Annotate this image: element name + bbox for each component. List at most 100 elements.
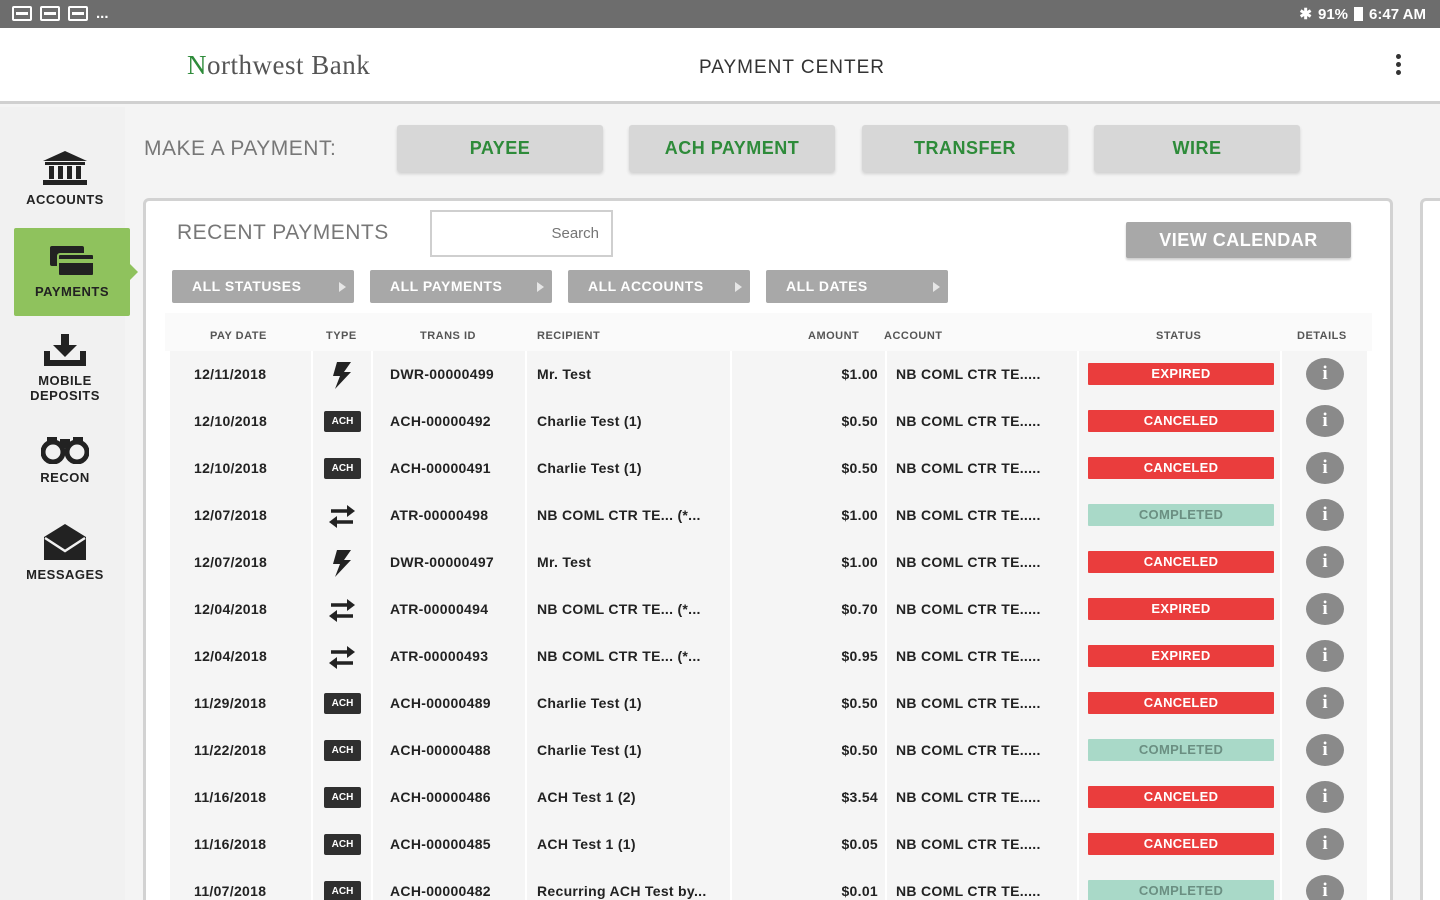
table-row[interactable]: 12/07/2018 ATR-00000498 NB COML CTR TE... … xyxy=(170,492,1367,539)
column-divider xyxy=(525,821,527,868)
amount-cell: $1.00 xyxy=(841,366,878,382)
column-divider xyxy=(371,821,373,868)
table-row[interactable]: 12/11/2018 DWR-00000499 Mr. Test $1.00 NB CO… xyxy=(170,351,1367,398)
table-row[interactable]: 11/16/2018 ACH ACH-00000485 ACH Test 1 (1) $… xyxy=(170,821,1367,868)
column-divider xyxy=(525,727,527,774)
info-icon[interactable]: i xyxy=(1306,734,1344,766)
table-row[interactable]: 11/22/2018 ACH ACH-00000488 Charlie Test (1… xyxy=(170,727,1367,774)
filter-dates[interactable]: ALL DATES xyxy=(766,270,948,303)
column-divider xyxy=(1280,539,1282,586)
column-divider xyxy=(730,868,732,900)
column-divider xyxy=(730,445,732,492)
column-divider xyxy=(1280,492,1282,539)
search-input[interactable] xyxy=(430,210,613,257)
column-divider xyxy=(311,351,313,398)
column-header-account: ACCOUNT xyxy=(884,330,943,342)
table-row[interactable]: 12/04/2018 ATR-00000494 NB COML CTR TE... … xyxy=(170,586,1367,633)
info-icon[interactable]: i xyxy=(1306,828,1344,860)
status-badge: EXPIRED xyxy=(1088,598,1274,620)
recipient-cell: NB COML CTR TE... (*... xyxy=(537,648,701,664)
column-divider xyxy=(885,774,887,821)
table-row[interactable]: 11/16/2018 ACH ACH-00000486 ACH Test 1 (2) $… xyxy=(170,774,1367,821)
column-divider xyxy=(1280,586,1282,633)
wire-icon xyxy=(333,550,351,577)
wire-button[interactable]: WIRE xyxy=(1094,125,1300,172)
info-icon[interactable]: i xyxy=(1306,499,1344,531)
trans-id-cell: ACH-00000489 xyxy=(390,695,491,711)
column-divider xyxy=(885,727,887,774)
info-icon[interactable]: i xyxy=(1306,546,1344,578)
trans-id-cell: ACH-00000486 xyxy=(390,789,491,805)
table-row[interactable]: 12/04/2018 ATR-00000493 NB COML CTR TE... … xyxy=(170,633,1367,680)
info-icon[interactable]: i xyxy=(1306,687,1344,719)
pay-date-cell: 12/11/2018 xyxy=(194,366,267,382)
column-divider xyxy=(1280,398,1282,445)
pay-date-cell: 12/10/2018 xyxy=(194,413,268,429)
table-row[interactable]: 11/29/2018 ACH ACH-00000489 Charlie Test (1… xyxy=(170,680,1367,727)
table-row[interactable]: 11/07/2018 ACH ACH-00000482 Recurring ACH T… xyxy=(170,868,1367,900)
column-divider xyxy=(525,351,527,398)
recipient-cell: ACH Test 1 (2) xyxy=(537,789,636,805)
transfer-button[interactable]: TRANSFER xyxy=(862,125,1068,172)
amount-cell: $3.54 xyxy=(841,789,878,805)
payee-button[interactable]: PAYEE xyxy=(397,125,603,172)
page-title: PAYMENT CENTER xyxy=(698,57,886,78)
filter-payments[interactable]: ALL PAYMENTS xyxy=(370,270,552,303)
info-icon[interactable]: i xyxy=(1306,875,1344,900)
column-header-amount: AMOUNT xyxy=(808,330,860,342)
sidebar-item-payments[interactable]: PAYMENTS xyxy=(14,228,138,316)
account-cell: NB COML CTR TE..... xyxy=(896,883,1041,899)
pay-date-cell: 12/07/2018 xyxy=(194,554,268,570)
filter-statuses[interactable]: ALL STATUSES xyxy=(172,270,354,303)
sidebar-item-mobile-deposits[interactable]: MOBILE DEPOSITS xyxy=(0,333,130,403)
column-divider xyxy=(371,680,373,727)
sidebar-item-accounts[interactable]: ACCOUNTS xyxy=(0,150,130,207)
amount-cell: $0.70 xyxy=(841,601,878,617)
status-badge: EXPIRED xyxy=(1088,363,1274,385)
column-divider xyxy=(371,492,373,539)
status-badge: COMPLETED xyxy=(1088,880,1274,900)
status-badge: CANCELED xyxy=(1088,410,1274,432)
column-divider xyxy=(730,539,732,586)
view-calendar-button[interactable]: VIEW CALENDAR xyxy=(1126,222,1351,258)
recipient-cell: Mr. Test xyxy=(537,554,592,570)
column-divider xyxy=(525,539,527,586)
envelope-icon xyxy=(44,524,86,560)
trans-id-cell: DWR-00000499 xyxy=(390,366,494,382)
ach-icon: ACH xyxy=(324,740,361,761)
trans-id-cell: ATR-00000493 xyxy=(390,648,489,664)
column-divider xyxy=(730,727,732,774)
info-icon[interactable]: i xyxy=(1306,640,1344,672)
trans-id-cell: ATR-00000494 xyxy=(390,601,489,617)
photo-notification-icon xyxy=(40,6,60,21)
column-divider xyxy=(311,633,313,680)
column-divider xyxy=(1280,633,1282,680)
column-divider xyxy=(1077,821,1079,868)
pay-date-cell: 12/10/2018 xyxy=(194,460,268,476)
info-icon[interactable]: i xyxy=(1306,358,1344,390)
overflow-menu-icon[interactable] xyxy=(1389,54,1407,80)
sidebar-item-recon[interactable]: RECON xyxy=(0,434,130,485)
column-divider xyxy=(1077,586,1079,633)
column-divider xyxy=(730,680,732,727)
card-icon xyxy=(50,246,95,277)
column-header-recipient: RECIPIENT xyxy=(537,330,601,342)
table-row[interactable]: 12/07/2018 DWR-00000497 Mr. Test $1.00 NB CO… xyxy=(170,539,1367,586)
battery-icon xyxy=(1354,7,1364,21)
dropdown-arrow-icon xyxy=(537,282,544,292)
more-notifications: ... xyxy=(96,5,109,22)
info-icon[interactable]: i xyxy=(1306,593,1344,625)
column-divider xyxy=(371,539,373,586)
info-icon[interactable]: i xyxy=(1306,405,1344,437)
ach-payment-button[interactable]: ACH PAYMENT xyxy=(629,125,835,172)
table-row[interactable]: 12/10/2018 ACH ACH-00000491 Charlie Test (1… xyxy=(170,445,1367,492)
info-icon[interactable]: i xyxy=(1306,452,1344,484)
info-icon[interactable]: i xyxy=(1306,781,1344,813)
bank-icon xyxy=(43,151,87,185)
binoculars-icon xyxy=(41,437,89,464)
table-row[interactable]: 12/10/2018 ACH ACH-00000492 Charlie Test (1… xyxy=(170,398,1367,445)
recipient-cell: Charlie Test (1) xyxy=(537,742,642,758)
filter-accounts[interactable]: ALL ACCOUNTS xyxy=(568,270,750,303)
sidebar-item-messages[interactable]: MESSAGES xyxy=(0,523,130,582)
bluetooth-icon: ✱ xyxy=(1299,6,1312,23)
